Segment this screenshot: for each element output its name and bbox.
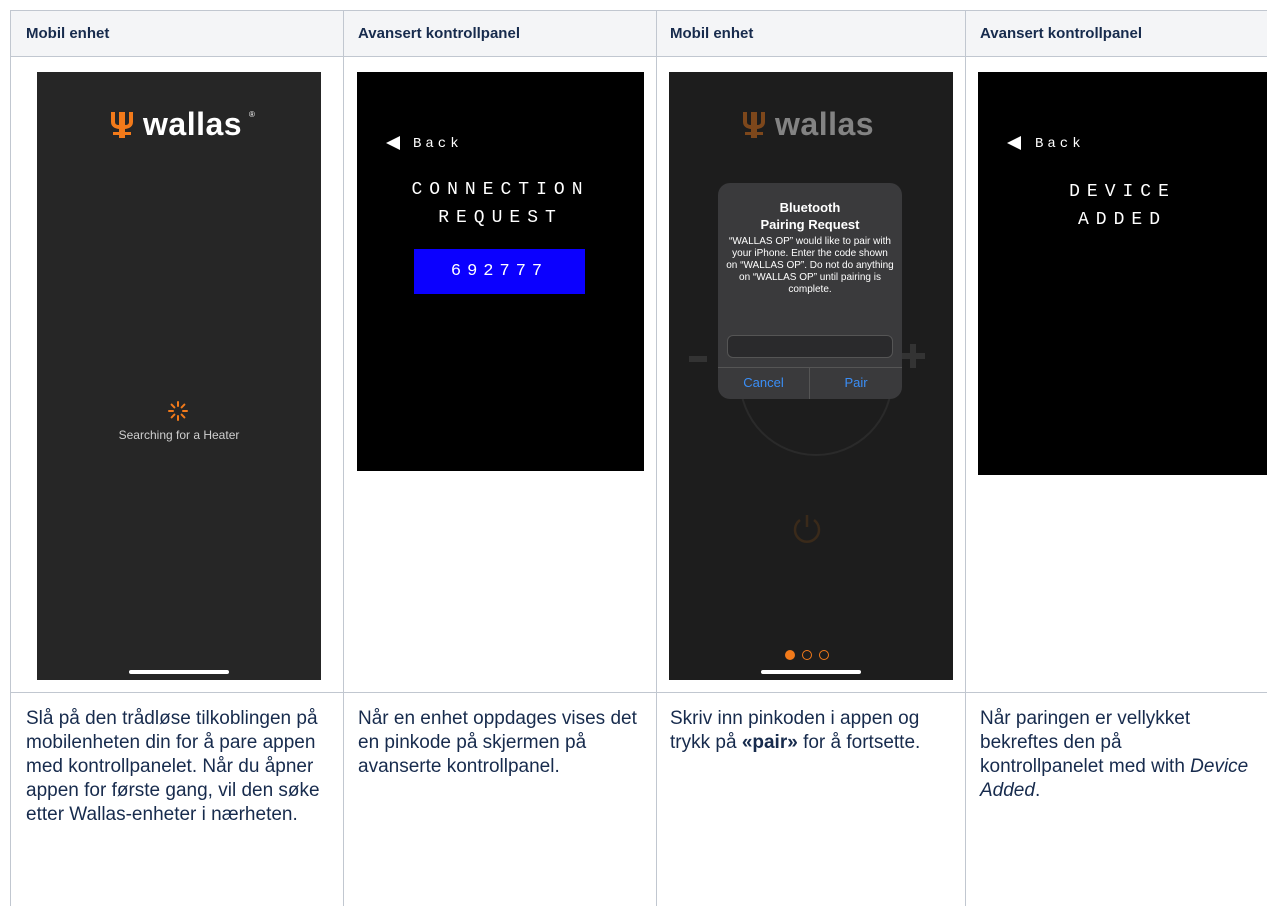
description-col4: Når paringen er vellykket bekreftes den … [980,707,1250,803]
panel-device-added-screenshot: Back DEVICE ADDED [978,72,1267,475]
wallas-logo: wallas [109,106,242,143]
dialog-message: “WALLAS OP” would like to pair with your… [726,236,894,295]
dialog-title-line2: Pairing Request [760,217,860,232]
search-status: Searching for a Heater [118,428,240,442]
back-button[interactable]: Back [413,136,463,152]
description-text: . [1034,780,1041,801]
pin-code: 692777 [450,262,549,281]
registered-mark: ® [249,110,255,119]
page-dot[interactable] [819,650,829,660]
device-title-line1: DEVICE [1069,182,1176,202]
panel-connection-request-screenshot: Back CONNECTION REQUEST 692777 [357,72,644,471]
description-col2: Når en enhet oppdages vises det en pinko… [358,707,638,779]
page-dot-active[interactable] [785,650,795,660]
brand-name: wallas [775,106,875,142]
spinner-icon [168,401,188,421]
back-arrow-icon[interactable] [385,135,401,151]
wallas-logo: wallas [741,106,874,143]
mobile-pairing-screenshot: wallas Bluetooth Pairing Request “WALLAS… [669,72,953,680]
dialog-title-line1: Bluetooth [779,200,841,215]
connection-title-line1: CONNECTION [411,180,590,200]
back-arrow-icon[interactable] [1006,135,1022,151]
trident-icon [743,111,765,138]
pair-emphasis: «pair» [741,732,798,753]
description-col3: Skriv inn pinkoden i appen og trykk på «… [670,707,950,755]
power-icon [793,515,821,543]
trident-icon [111,111,133,138]
pin-code-box: 692777 [414,249,585,294]
minus-icon [689,356,707,362]
bluetooth-pairing-dialog: Bluetooth Pairing Request “WALLAS OP” wo… [718,183,902,399]
description-text: Når paringen er vellykket bekreftes den … [980,708,1191,777]
description-col1: Slå på den trådløse tilkoblingen på mobi… [26,707,326,827]
page-dot[interactable] [802,650,812,660]
column-header: Avansert kontrollpanel [358,25,520,42]
cancel-button[interactable]: Cancel [718,375,809,390]
description-text: Når en enhet oppdages vises det en pinko… [358,708,637,777]
column-header: Avansert kontrollpanel [980,25,1142,42]
description-text: Slå på den trådløse tilkoblingen på mobi… [26,708,320,825]
device-title-line2: ADDED [1077,210,1167,230]
column-header: Mobil enhet [26,25,110,42]
back-button[interactable]: Back [1035,136,1085,152]
brand-name: wallas [143,106,243,142]
page-indicator [785,650,829,660]
description-text: for å fortsette. [797,732,921,753]
home-indicator [129,670,229,674]
pair-button[interactable]: Pair [810,375,902,390]
mobile-search-screenshot: wallas ® Searching for a Heater [37,72,321,680]
column-header: Mobil enhet [670,25,754,42]
connection-title-line2: REQUEST [438,208,563,228]
home-indicator [761,670,861,674]
pin-input[interactable] [727,335,893,358]
instruction-table: Mobil enhet Avansert kontrollpanel Mobil… [0,0,1267,906]
